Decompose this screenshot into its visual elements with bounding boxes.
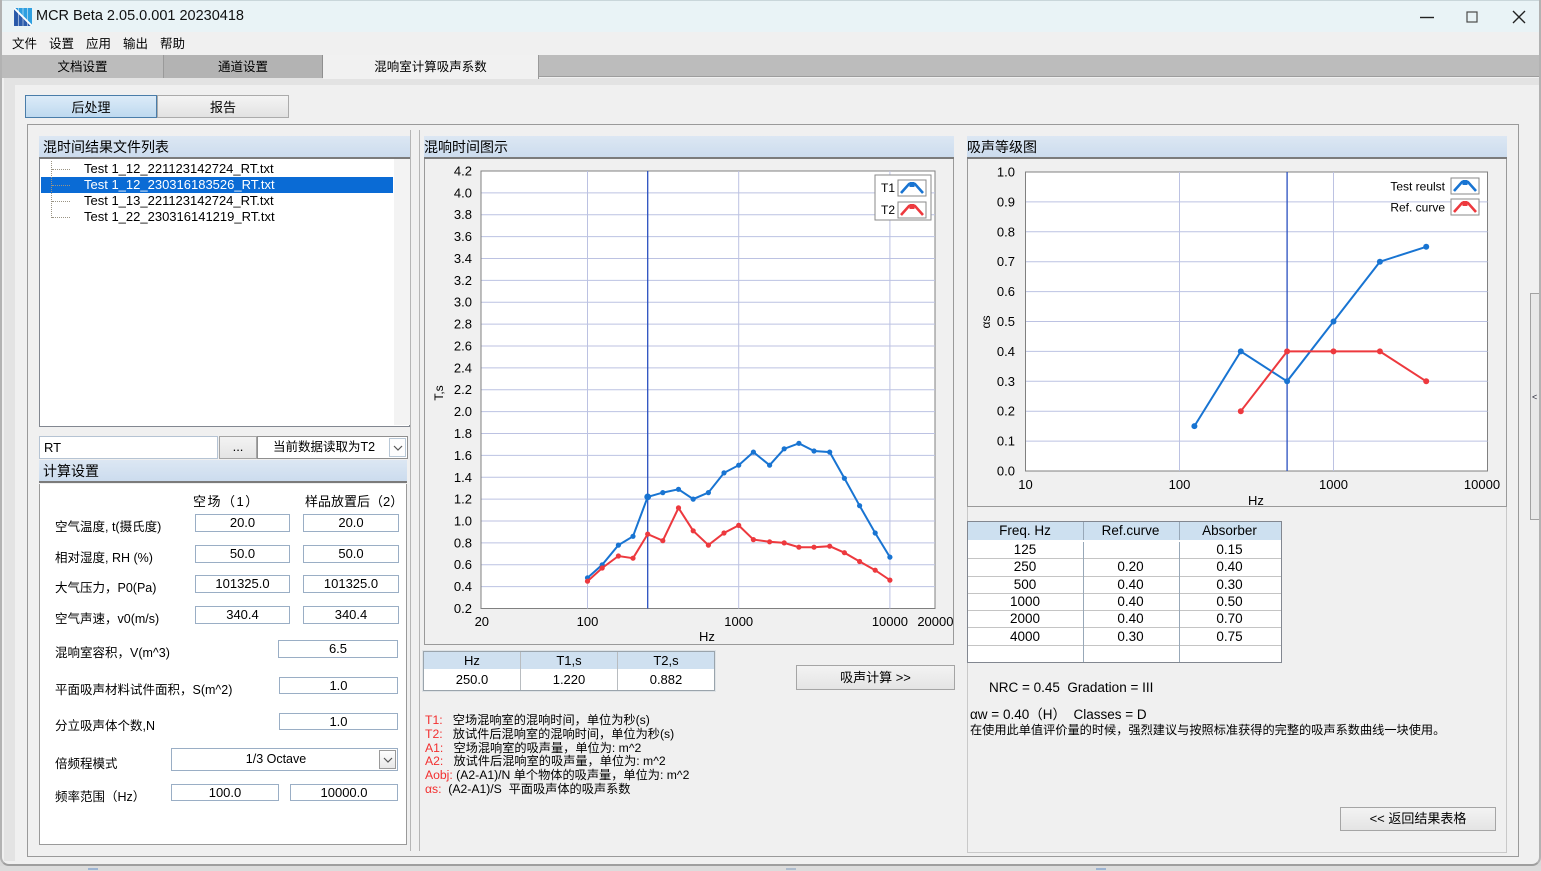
svg-text:100: 100 <box>577 614 599 629</box>
svg-text:10000: 10000 <box>1464 477 1500 492</box>
svg-text:100: 100 <box>1169 477 1191 492</box>
svg-text:10: 10 <box>1018 477 1032 492</box>
svg-text:0.3: 0.3 <box>997 374 1015 389</box>
svg-text:T2: T2 <box>881 203 895 217</box>
svg-text:Hz: Hz <box>699 629 715 644</box>
svg-text:T,s: T,s <box>432 385 446 400</box>
svg-text:2.2: 2.2 <box>454 382 472 397</box>
svg-text:4.0: 4.0 <box>454 185 472 200</box>
svg-text:1.6: 1.6 <box>454 448 472 463</box>
svg-text:2.6: 2.6 <box>454 339 472 354</box>
svg-text:3.0: 3.0 <box>454 295 472 310</box>
svg-text:0.8: 0.8 <box>454 535 472 550</box>
svg-text:0.6: 0.6 <box>997 284 1015 299</box>
svg-text:20000: 20000 <box>917 614 953 629</box>
svg-text:2.0: 2.0 <box>454 404 472 419</box>
svg-text:1.0: 1.0 <box>454 514 472 529</box>
svg-text:0.0: 0.0 <box>997 464 1015 479</box>
svg-text:1000: 1000 <box>1319 477 1348 492</box>
svg-text:1.4: 1.4 <box>454 470 472 485</box>
svg-text:0.2: 0.2 <box>454 601 472 616</box>
svg-text:Ref. curve: Ref. curve <box>1390 201 1445 215</box>
svg-text:0.7: 0.7 <box>997 254 1015 269</box>
svg-text:αs: αs <box>979 316 993 329</box>
svg-text:4.2: 4.2 <box>454 164 472 179</box>
svg-text:0.2: 0.2 <box>997 404 1015 419</box>
svg-text:3.6: 3.6 <box>454 229 472 244</box>
svg-text:0.9: 0.9 <box>997 194 1015 209</box>
svg-text:2.4: 2.4 <box>454 360 472 375</box>
svg-text:T1: T1 <box>881 181 895 195</box>
svg-text:2.8: 2.8 <box>454 317 472 332</box>
svg-text:20: 20 <box>475 614 489 629</box>
svg-text:1.8: 1.8 <box>454 426 472 441</box>
svg-text:1.2: 1.2 <box>454 492 472 507</box>
svg-text:3.2: 3.2 <box>454 273 472 288</box>
svg-text:0.1: 0.1 <box>997 434 1015 449</box>
svg-text:3.8: 3.8 <box>454 207 472 222</box>
svg-text:0.4: 0.4 <box>454 579 472 594</box>
svg-text:0.4: 0.4 <box>997 344 1015 359</box>
svg-text:0.8: 0.8 <box>997 224 1015 239</box>
svg-text:Test reulst: Test reulst <box>1390 180 1445 194</box>
svg-text:10000: 10000 <box>872 614 908 629</box>
svg-text:1.0: 1.0 <box>997 165 1015 180</box>
svg-text:3.4: 3.4 <box>454 251 472 266</box>
svg-text:1000: 1000 <box>724 614 753 629</box>
svg-text:0.6: 0.6 <box>454 557 472 572</box>
svg-text:Hz: Hz <box>1248 493 1264 508</box>
svg-text:0.5: 0.5 <box>997 314 1015 329</box>
